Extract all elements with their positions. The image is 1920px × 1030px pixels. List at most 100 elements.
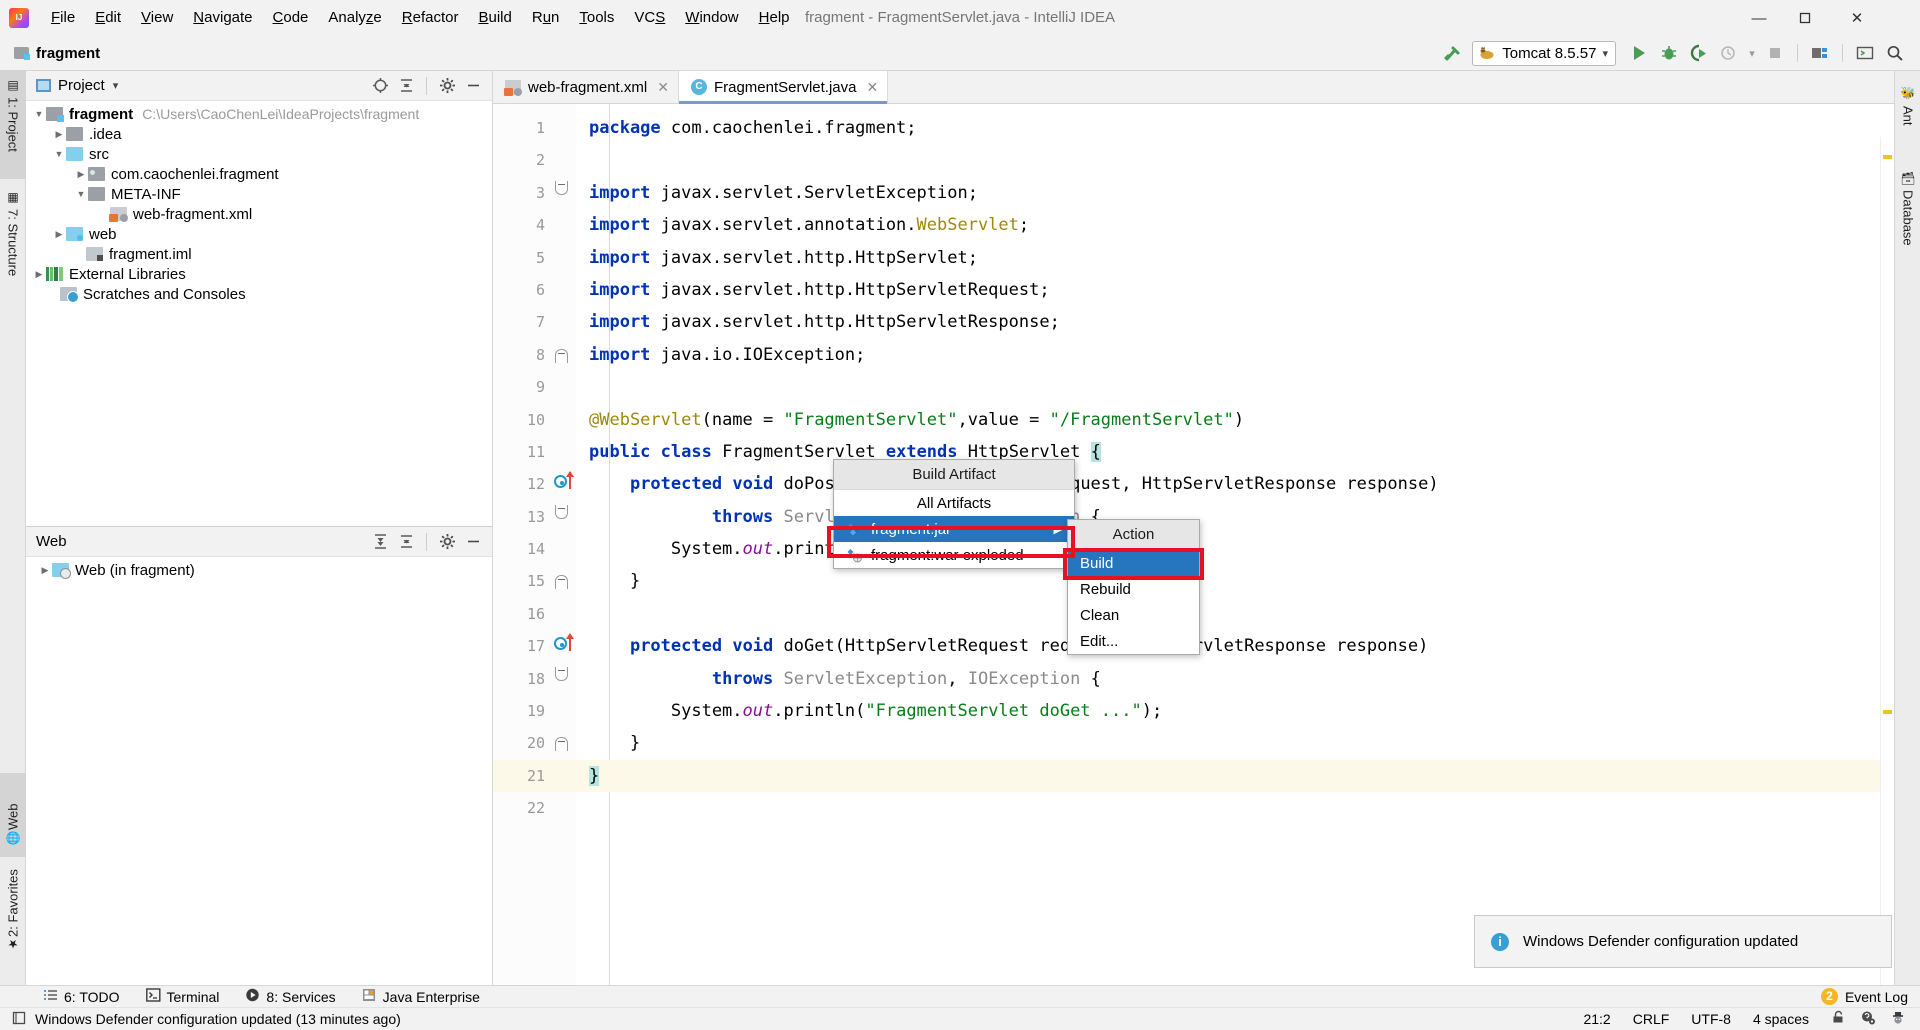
- gear-icon[interactable]: [434, 530, 460, 554]
- inspections-icon[interactable]: [1860, 1010, 1876, 1028]
- menu-refactor[interactable]: Refactor: [392, 4, 469, 32]
- close-button[interactable]: ✕: [1834, 0, 1880, 36]
- editor-marker-rail[interactable]: [1880, 137, 1894, 985]
- menu-run[interactable]: Run: [522, 4, 570, 32]
- menu-item-all-artifacts[interactable]: All Artifacts: [834, 490, 1074, 516]
- gutter-mark[interactable]: [551, 501, 576, 533]
- terminal-toolbar-icon[interactable]: [1850, 40, 1880, 66]
- collapse-all-icon[interactable]: [393, 530, 419, 554]
- line-separator[interactable]: CRLF: [1633, 1011, 1670, 1027]
- project-structure-icon[interactable]: [1805, 40, 1835, 66]
- fold-icon[interactable]: [555, 180, 568, 195]
- build-hammer-icon[interactable]: [1438, 40, 1468, 66]
- fold-icon[interactable]: [555, 666, 568, 681]
- tree-item-web-facet[interactable]: ▶ Web (in fragment): [26, 560, 492, 580]
- tree-item-idea[interactable]: ▶ .idea: [26, 124, 492, 144]
- tree-item-metainf[interactable]: ▼ META-INF: [26, 184, 492, 204]
- maximize-button[interactable]: [1782, 0, 1828, 36]
- status-message-area[interactable]: Windows Defender configuration updated (…: [0, 1011, 401, 1028]
- sidebar-item-favorites[interactable]: ★ 2: Favorites: [0, 839, 26, 963]
- menu-item-fragment-jar[interactable]: fragment:jar ▶: [834, 516, 1074, 542]
- gear-icon[interactable]: [434, 74, 460, 98]
- expand-arrow-icon[interactable]: ▶: [74, 169, 88, 180]
- profile-dropdown-icon[interactable]: ▾: [1744, 40, 1760, 66]
- indent-setting[interactable]: 4 spaces: [1753, 1011, 1809, 1027]
- gutter-mark[interactable]: [551, 177, 576, 209]
- tab-web-fragment-xml[interactable]: web-fragment.xml ✕: [493, 71, 679, 103]
- menu-file[interactable]: File: [41, 4, 85, 32]
- lock-icon[interactable]: [1831, 1010, 1846, 1028]
- warning-marker[interactable]: [1883, 155, 1892, 159]
- bottom-item-services[interactable]: 8: Services: [232, 988, 348, 1005]
- tree-item-package[interactable]: ▶ com.caochenlei.fragment: [26, 164, 492, 184]
- hector-icon[interactable]: [1890, 1010, 1906, 1028]
- run-button[interactable]: [1624, 40, 1654, 66]
- bottom-item-java-enterprise[interactable]: Java Enterprise: [349, 988, 493, 1005]
- close-icon[interactable]: ✕: [657, 79, 669, 96]
- expand-all-icon[interactable]: [367, 530, 393, 554]
- hide-panel-icon[interactable]: [460, 530, 486, 554]
- chevron-down-icon[interactable]: ▾: [1602, 47, 1608, 60]
- tree-item-fragment-iml[interactable]: fragment.iml: [26, 244, 492, 264]
- menu-item-build[interactable]: Build: [1068, 550, 1199, 576]
- locate-icon[interactable]: [367, 74, 393, 98]
- fold-icon[interactable]: [555, 504, 568, 519]
- hide-panel-icon[interactable]: [460, 74, 486, 98]
- collapse-all-icon[interactable]: [393, 74, 419, 98]
- tree-item-scratches[interactable]: Scratches and Consoles: [26, 284, 492, 304]
- bottom-item-todo[interactable]: 6: TODO: [30, 988, 133, 1005]
- menu-item-rebuild[interactable]: Rebuild: [1068, 576, 1199, 602]
- menu-view[interactable]: View: [131, 4, 183, 32]
- expand-arrow-icon[interactable]: ▶: [38, 565, 52, 576]
- sidebar-item-ant[interactable]: 🐝 Ant: [1895, 79, 1920, 151]
- sidebar-item-database[interactable]: 🗃 Database: [1895, 163, 1920, 291]
- expand-arrow-icon[interactable]: ▼: [74, 189, 88, 199]
- profile-button[interactable]: [1714, 40, 1744, 66]
- run-configuration-selector[interactable]: Tomcat 8.5.57 ▾: [1472, 40, 1616, 66]
- gutter-mark[interactable]: [551, 339, 576, 371]
- tree-item-src[interactable]: ▼ src: [26, 144, 492, 164]
- expand-arrow-icon[interactable]: ▶: [52, 229, 66, 240]
- tree-item-fragment[interactable]: ▼ fragment C:\Users\CaoChenLei\IdeaProje…: [26, 104, 492, 124]
- breadcrumb[interactable]: fragment: [14, 45, 100, 62]
- warning-marker[interactable]: [1883, 710, 1892, 714]
- expand-arrow-icon[interactable]: ▼: [32, 109, 46, 119]
- event-log-area[interactable]: 2 Event Log: [1820, 988, 1920, 1005]
- fold-icon[interactable]: [555, 575, 568, 590]
- menu-build[interactable]: Build: [468, 4, 521, 32]
- minimize-button[interactable]: —: [1736, 0, 1782, 36]
- menu-item-fragment-war-exploded[interactable]: fragment:war exploded: [834, 542, 1074, 568]
- tree-item-web[interactable]: ▶ web: [26, 224, 492, 244]
- menu-tools[interactable]: Tools: [569, 4, 624, 32]
- gutter-mark[interactable]: [551, 630, 576, 662]
- menu-analyze[interactable]: Analyze: [318, 4, 391, 32]
- chevron-down-icon[interactable]: ▾: [113, 79, 119, 92]
- expand-arrow-icon[interactable]: ▶: [52, 129, 66, 140]
- debug-button[interactable]: [1654, 40, 1684, 66]
- menu-edit[interactable]: Edit: [85, 4, 131, 32]
- sidebar-item-project[interactable]: ▤ 1: Project: [0, 71, 26, 179]
- tree-item-web-fragment-xml[interactable]: web-fragment.xml: [26, 204, 492, 224]
- stop-button[interactable]: [1760, 40, 1790, 66]
- fold-icon[interactable]: [555, 737, 568, 752]
- fold-icon[interactable]: [555, 348, 568, 363]
- menu-window[interactable]: Window: [675, 4, 748, 32]
- expand-arrow-icon[interactable]: ▼: [52, 149, 66, 159]
- close-icon[interactable]: ✕: [867, 79, 879, 96]
- event-log-label[interactable]: Event Log: [1845, 989, 1908, 1005]
- search-everywhere-icon[interactable]: [1880, 40, 1910, 66]
- file-encoding[interactable]: UTF-8: [1691, 1011, 1731, 1027]
- expand-arrow-icon[interactable]: ▶: [32, 269, 46, 280]
- run-with-coverage-button[interactable]: [1684, 40, 1714, 66]
- menu-help[interactable]: Help: [749, 4, 800, 32]
- menu-code[interactable]: Code: [263, 4, 319, 32]
- tab-fragmentservlet-java[interactable]: C FragmentServlet.java ✕: [678, 71, 889, 104]
- notification-balloon[interactable]: i Windows Defender configuration updated: [1474, 915, 1892, 968]
- menu-navigate[interactable]: Navigate: [183, 4, 262, 32]
- caret-position[interactable]: 21:2: [1583, 1011, 1610, 1027]
- menu-vcs[interactable]: VCS: [624, 4, 675, 32]
- gutter-mark[interactable]: [551, 468, 576, 500]
- tree-item-external-libraries[interactable]: ▶ External Libraries: [26, 264, 492, 284]
- gutter-mark[interactable]: [551, 565, 576, 597]
- gutter-mark[interactable]: [551, 727, 576, 759]
